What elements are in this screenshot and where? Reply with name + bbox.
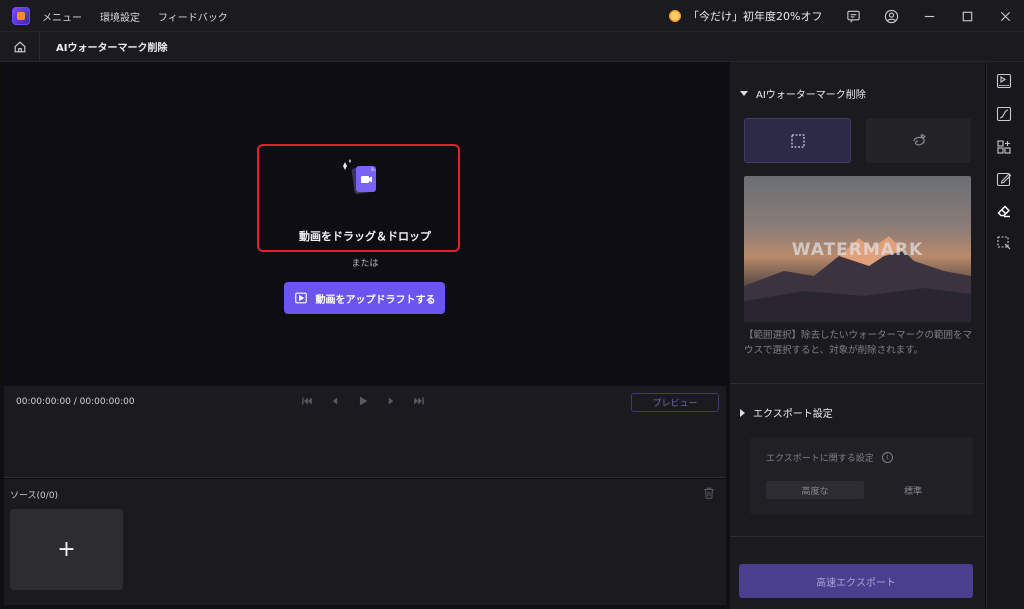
- section-divider: [730, 536, 985, 537]
- brush-select-mode-button[interactable]: [866, 118, 971, 163]
- video-play-icon: [294, 292, 307, 304]
- export-settings-box: エクスポートに関する設定 i 高度な 標準: [750, 437, 973, 515]
- export-setting-label: エクスポートに関する設定: [766, 454, 874, 464]
- menu-item-preferences[interactable]: 環境設定: [100, 9, 140, 24]
- expand-triangle-icon: [740, 408, 745, 417]
- lasso-brush-icon: [912, 133, 926, 145]
- window-controls: [834, 0, 1024, 32]
- sun-icon: [668, 9, 682, 23]
- source-panel: ソース(0/0) +: [4, 479, 726, 605]
- export-mode-toggle: 高度な 標準: [766, 481, 962, 499]
- home-icon: [14, 40, 25, 52]
- eraser-icon: [997, 205, 1010, 218]
- app-window: メニュー 環境設定 フィードバック 「今だけ」初年度20%オフ AIウォーターマ…: [0, 0, 1024, 609]
- settings-panel: AIウォーターマーク削除 WATERMARK 【範囲選択】除去したいウォーターマ…: [730, 62, 985, 609]
- watermark-sample-image: WATERMARK: [744, 176, 971, 322]
- menu-item-menu[interactable]: メニュー: [42, 9, 82, 24]
- section-divider: [730, 383, 985, 384]
- step-forward-icon[interactable]: [384, 394, 398, 408]
- home-button[interactable]: [0, 31, 40, 62]
- source-title: ソース(0/0): [10, 491, 59, 501]
- watermark-sample-text: WATERMARK: [791, 240, 924, 260]
- drop-label: 動画をドラッグ＆ドロップ: [299, 230, 431, 243]
- skip-to-start-icon[interactable]: [300, 394, 314, 408]
- menu-item-feedback[interactable]: フィードバック: [158, 9, 228, 24]
- playback-bar: 00:00:00:00 / 00:00:00:00 プレビュー: [4, 386, 726, 418]
- timecode: 00:00:00:00 / 00:00:00:00: [16, 397, 135, 407]
- info-icon[interactable]: i: [881, 452, 893, 463]
- close-icon[interactable]: [986, 0, 1024, 32]
- maximize-icon[interactable]: [948, 0, 986, 32]
- tool-sidebar: [986, 62, 1024, 609]
- minimize-icon[interactable]: [910, 0, 948, 32]
- curve-tool[interactable]: [993, 103, 1015, 125]
- skip-to-end-icon[interactable]: [412, 394, 426, 408]
- export-section-title: エクスポート設定: [753, 409, 833, 420]
- step-back-icon[interactable]: [328, 394, 342, 408]
- option-advanced[interactable]: 高度な: [766, 481, 864, 499]
- upload-video-label: 動画をアップドラフトする: [315, 294, 436, 306]
- menu-bar: メニュー 環境設定 フィードバック: [42, 0, 228, 32]
- eraser-tool[interactable]: [993, 200, 1015, 222]
- watermark-section-title: AIウォーターマーク削除: [756, 90, 866, 101]
- option-standard[interactable]: 標準: [864, 481, 962, 499]
- upload-video-button[interactable]: 動画をアップドラフトする: [284, 282, 445, 314]
- play-icon[interactable]: [356, 394, 370, 408]
- video-file-icon: [343, 159, 376, 194]
- video-enhance-tool[interactable]: [993, 70, 1015, 92]
- timeline-track-area: [4, 418, 726, 478]
- export-setting-label-row: エクスポートに関する設定 i: [766, 451, 893, 464]
- apps-add-tool[interactable]: [993, 136, 1015, 158]
- grid-add-icon: [997, 140, 1011, 154]
- video-uhd-icon: [996, 73, 1012, 89]
- playback-controls: [300, 394, 426, 408]
- promo-banner[interactable]: 「今だけ」初年度20%オフ: [668, 8, 822, 24]
- account-icon[interactable]: [872, 0, 910, 32]
- export-section-header[interactable]: エクスポート設定: [740, 405, 833, 420]
- trash-icon[interactable]: [702, 486, 716, 500]
- title-bar: メニュー 環境設定 フィードバック 「今だけ」初年度20%オフ: [0, 0, 1024, 32]
- or-label: または: [351, 259, 379, 269]
- edit-pencil-icon: [996, 172, 1012, 187]
- fast-export-button[interactable]: 高速エクスポート: [739, 564, 973, 598]
- promo-text: 「今だけ」初年度20%オフ: [688, 10, 823, 23]
- add-source-tile[interactable]: +: [10, 509, 123, 590]
- curve-icon: [996, 106, 1012, 122]
- watermark-description: 【範囲選択】除去したいウォーターマークの範囲をマウスで選択すると、対象が削除され…: [744, 330, 973, 356]
- select-magic-tool[interactable]: [993, 232, 1015, 254]
- watermark-section-header[interactable]: AIウォーターマーク削除: [740, 86, 866, 101]
- page-title: AIウォーターマーク削除: [56, 43, 168, 54]
- video-preview-area[interactable]: 動画をドラッグ＆ドロップ または 動画をアップドラフトする: [4, 62, 726, 386]
- app-logo-icon: [12, 7, 30, 25]
- dashed-rectangle-icon: [790, 133, 805, 148]
- message-icon[interactable]: [834, 0, 872, 32]
- preview-button[interactable]: プレビュー: [631, 393, 719, 412]
- edit-tool[interactable]: [993, 168, 1015, 190]
- sub-header: AIウォーターマーク削除: [0, 31, 1024, 62]
- collapse-triangle-icon: [740, 91, 748, 96]
- dashed-select-icon: [997, 236, 1011, 250]
- rectangle-select-mode-button[interactable]: [744, 118, 851, 163]
